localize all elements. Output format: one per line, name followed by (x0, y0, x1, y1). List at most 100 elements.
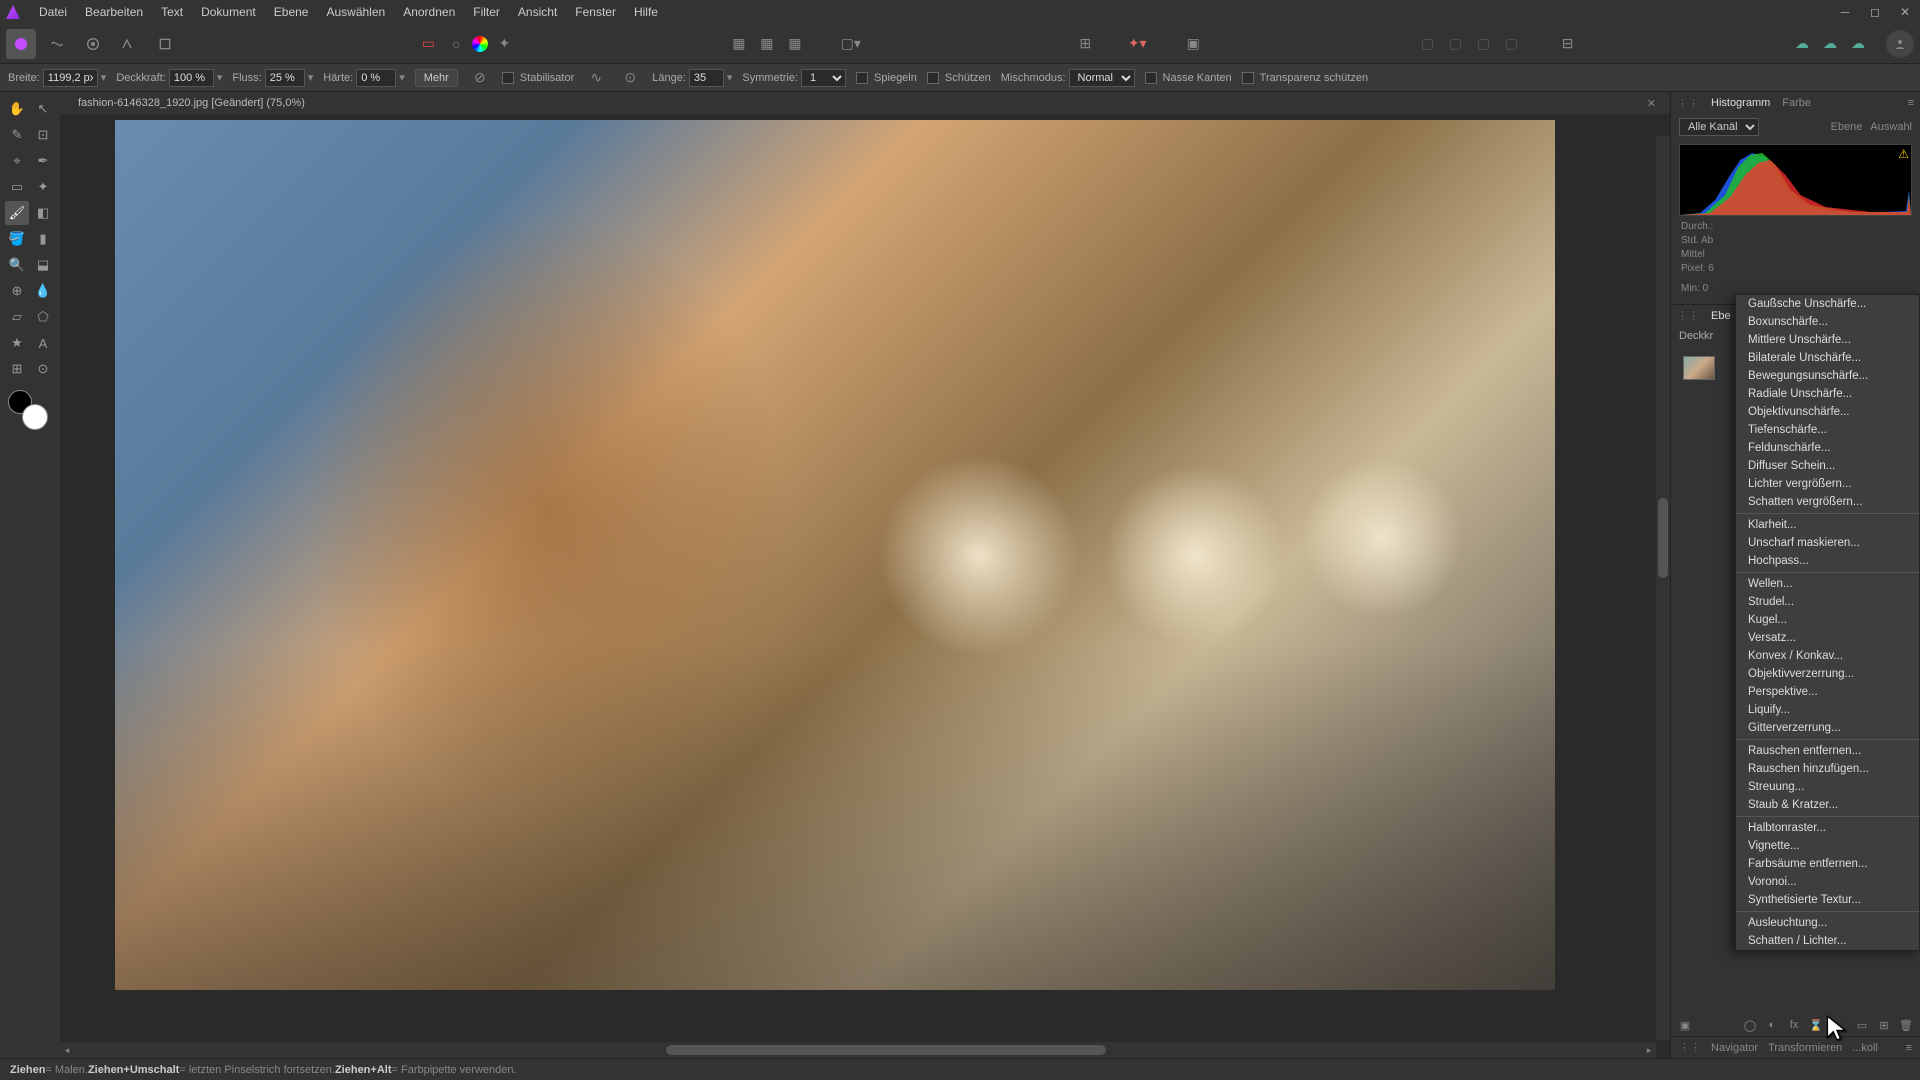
filter-lens-distortion[interactable]: Objektivverzerrung... (1736, 665, 1919, 683)
filter-clarity[interactable]: Klarheit... (1736, 516, 1919, 534)
menu-dokument[interactable]: Dokument (192, 0, 265, 24)
selection-rectangle-icon[interactable]: ▭ (416, 32, 440, 56)
filter-pinch-punch[interactable]: Konvex / Konkav... (1736, 647, 1919, 665)
histogram-tab[interactable]: Histogramm (1711, 97, 1770, 109)
mehr-button[interactable]: Mehr (415, 69, 458, 87)
align-left-icon[interactable]: ▦ (727, 32, 751, 56)
channel-select[interactable]: Alle Kanäle (1679, 118, 1759, 136)
horizontal-scroll-thumb[interactable] (666, 1045, 1106, 1055)
ebene-option[interactable]: Ebene (1831, 121, 1863, 133)
layer-thumbnail[interactable] (1683, 356, 1715, 380)
filter-liquify[interactable]: Liquify... (1736, 701, 1919, 719)
layer-blend-icon[interactable]: ▣ (1677, 1017, 1693, 1033)
export-persona-button[interactable] (150, 29, 180, 59)
erase-tool[interactable]: ◧ (31, 201, 55, 225)
arrange-icon[interactable]: ⊞ (1073, 32, 1097, 56)
farbe-tab[interactable]: Farbe (1782, 97, 1811, 109)
menu-ebene[interactable]: Ebene (265, 0, 318, 24)
shapes-tool[interactable]: ▱ (5, 305, 29, 329)
filter-perspective[interactable]: Perspektive... (1736, 683, 1919, 701)
add-layer-icon[interactable]: ⊞ (1876, 1017, 1892, 1033)
filter-shadows-highlights[interactable]: Schatten / Lichter... (1736, 932, 1919, 950)
dodge-tool[interactable]: 🔍 (5, 253, 29, 277)
account-button[interactable] (1886, 30, 1914, 58)
menu-anordnen[interactable]: Anordnen (394, 0, 464, 24)
crop-tool[interactable]: ⊡ (31, 123, 55, 147)
auswahl-option[interactable]: Auswahl (1870, 121, 1912, 133)
fill-tool[interactable]: 🪣 (5, 227, 29, 251)
group-icon[interactable]: ▭ (1854, 1017, 1870, 1033)
gradient-tool[interactable]: ▮ (31, 227, 55, 251)
protokoll-tab[interactable]: ...koll (1852, 1042, 1878, 1054)
stabilisator-checkbox[interactable] (502, 72, 514, 84)
maximize-button[interactable]: ◻ (1860, 0, 1890, 24)
horizontal-scrollbar[interactable]: ◂ ▸ (60, 1042, 1656, 1058)
bottom-panel-menu-icon[interactable]: ≡ (1906, 1042, 1912, 1054)
filter-halftone[interactable]: Halbtonraster... (1736, 819, 1919, 837)
flood-select-tool[interactable]: ✦ (31, 175, 55, 199)
live-filter-button[interactable]: ⌛ (1808, 1017, 1824, 1033)
zoom-tool[interactable]: ⊙ (31, 357, 55, 381)
studio-link-icon[interactable]: ⊟ (1556, 32, 1580, 56)
spiegeln-checkbox[interactable] (856, 72, 868, 84)
menu-hilfe[interactable]: Hilfe (625, 0, 667, 24)
mischmodus-select[interactable]: Normal (1069, 69, 1135, 87)
filter-median-blur[interactable]: Mittlere Unschärfe... (1736, 331, 1919, 349)
filter-twirl[interactable]: Strudel... (1736, 593, 1919, 611)
more-shapes-tool[interactable]: ⬠ (31, 305, 55, 329)
flip-icon[interactable]: ✦▾ (1125, 32, 1149, 56)
canvas-image[interactable] (115, 120, 1555, 990)
filter-procedural-texture[interactable]: Synthetisierte Textur... (1736, 891, 1919, 909)
nasse-kanten-checkbox[interactable] (1145, 72, 1157, 84)
vertical-scrollbar[interactable] (1656, 136, 1670, 1040)
autolevels-icon[interactable]: ✦ (492, 32, 516, 56)
filter-maximum[interactable]: Lichter vergrößern... (1736, 475, 1919, 493)
rope-icon[interactable]: ∿ (584, 66, 608, 90)
ebenen-tab[interactable]: Ebe (1711, 310, 1731, 322)
schuetzen-checkbox[interactable] (927, 72, 939, 84)
delete-layer-icon[interactable]: 🗑 (1898, 1017, 1914, 1033)
viewport[interactable]: ◂ ▸ (60, 114, 1670, 1058)
move-tool[interactable]: ↖ (31, 97, 55, 121)
cloud-icon-3[interactable]: ☁ (1846, 32, 1870, 56)
filter-lens-blur[interactable]: Objektivunschärfe... (1736, 403, 1919, 421)
paint-brush-tool[interactable]: 🖌 (5, 201, 29, 225)
document-close-button[interactable]: ✕ (1641, 97, 1662, 110)
filter-minimum[interactable]: Schatten vergrößern... (1736, 493, 1919, 511)
pen-tool[interactable]: ✒ (31, 149, 55, 173)
snap-dropdown[interactable]: ▢▾ (839, 32, 863, 56)
filter-gaussian-blur[interactable]: Gaußsche Unschärfe... (1736, 295, 1919, 313)
filter-field-blur[interactable]: Feldunschärfe... (1736, 439, 1919, 457)
transparenz-checkbox[interactable] (1242, 72, 1254, 84)
menu-text[interactable]: Text (152, 0, 192, 24)
cloud-icon-1[interactable]: ☁ (1790, 32, 1814, 56)
window-icon[interactable]: ⊙ (618, 66, 642, 90)
filter-defringe[interactable]: Farbsäume entfernen... (1736, 855, 1919, 873)
align-center-icon[interactable]: ▦ (755, 32, 779, 56)
filter-motion-blur[interactable]: Bewegungsunschärfe... (1736, 367, 1919, 385)
fx-icon[interactable]: fx (1786, 1017, 1802, 1033)
menu-fenster[interactable]: Fenster (566, 0, 625, 24)
align-right-icon[interactable]: ▦ (783, 32, 807, 56)
mesh-tool[interactable]: ⊞ (5, 357, 29, 381)
filter-mesh-warp[interactable]: Gitterverzerrung... (1736, 719, 1919, 737)
develop-persona-button[interactable] (78, 29, 108, 59)
menu-datei[interactable]: Datei (30, 0, 76, 24)
burn-tool[interactable]: ⬓ (31, 253, 55, 277)
filter-diffuse-glow[interactable]: Diffuser Schein... (1736, 457, 1919, 475)
laenge-input[interactable] (689, 69, 724, 87)
scroll-left-arrow[interactable]: ◂ (60, 1043, 74, 1057)
close-button[interactable]: ✕ (1890, 0, 1920, 24)
filter-depth-of-field[interactable]: Tiefenschärfe... (1736, 421, 1919, 439)
histogram-warning-icon[interactable]: ⚠ (1898, 147, 1909, 161)
panel-menu-icon[interactable]: ≡ (1908, 97, 1914, 109)
color-swatches[interactable] (8, 390, 48, 430)
selection-brush-tool[interactable]: ⌖ (5, 149, 29, 173)
marquee-tool[interactable]: ▭ (5, 175, 29, 199)
filter-lighting[interactable]: Ausleuchtung... (1736, 914, 1919, 932)
filter-radial-blur[interactable]: Radiale Unschärfe... (1736, 385, 1919, 403)
menu-auswaehlen[interactable]: Auswählen (317, 0, 394, 24)
deckkraft-input[interactable] (169, 69, 214, 87)
hand-tool[interactable]: ✋ (5, 97, 29, 121)
vertical-scroll-thumb[interactable] (1658, 498, 1668, 578)
